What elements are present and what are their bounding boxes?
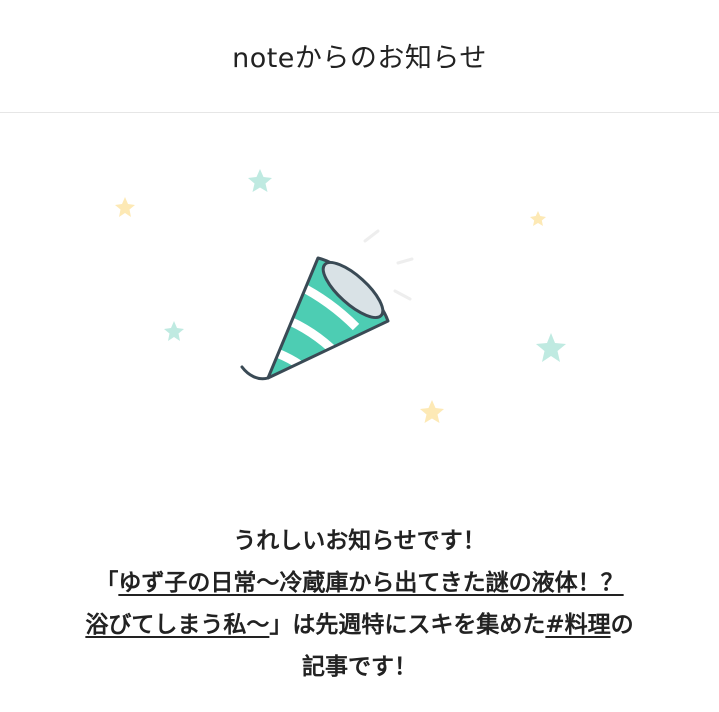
message-line-1: うれしいお知らせです！ (233, 528, 486, 554)
notification-dialog: noteからのお知らせ うれしいお知らせです！ 「ゆず子の日常〜冷蔵庫から出てき… (0, 0, 719, 712)
open-quote: 「 (95, 570, 119, 596)
message-line-3: 浴びてしまう私〜」は先週特にスキを集めた#料理の (20, 604, 699, 646)
dialog-header: noteからのお知らせ (0, 0, 719, 113)
notification-message: うれしいお知らせです！ 「ゆず子の日常〜冷蔵庫から出てきた謎の液体！？ 浴びてし… (20, 520, 699, 688)
message-line-4: 記事です！ (302, 654, 417, 680)
hashtag-link[interactable]: #料理 (545, 612, 610, 638)
party-popper-icon (240, 256, 390, 381)
close-quote: 」 (269, 612, 293, 638)
middle-text: は先週特にスキを集めた (292, 612, 546, 638)
article-title-link[interactable]: ゆず子の日常〜冷蔵庫から出てきた謎の液体！？ (118, 570, 623, 596)
article-title-link-cont[interactable]: 浴びてしまう私〜 (85, 612, 269, 638)
star-icon (248, 169, 272, 192)
after-hashtag-text: の (610, 612, 634, 638)
star-icon (536, 333, 566, 362)
party-popper-illustration (115, 169, 566, 423)
dialog-title: noteからのお知らせ (232, 42, 487, 74)
star-icon (420, 400, 444, 423)
star-icon (115, 197, 135, 217)
star-icon (164, 321, 184, 341)
message-line-2: 「ゆず子の日常〜冷蔵庫から出てきた謎の液体！？ (20, 562, 699, 604)
star-icon (530, 211, 546, 226)
celebration-illustration (0, 113, 719, 513)
